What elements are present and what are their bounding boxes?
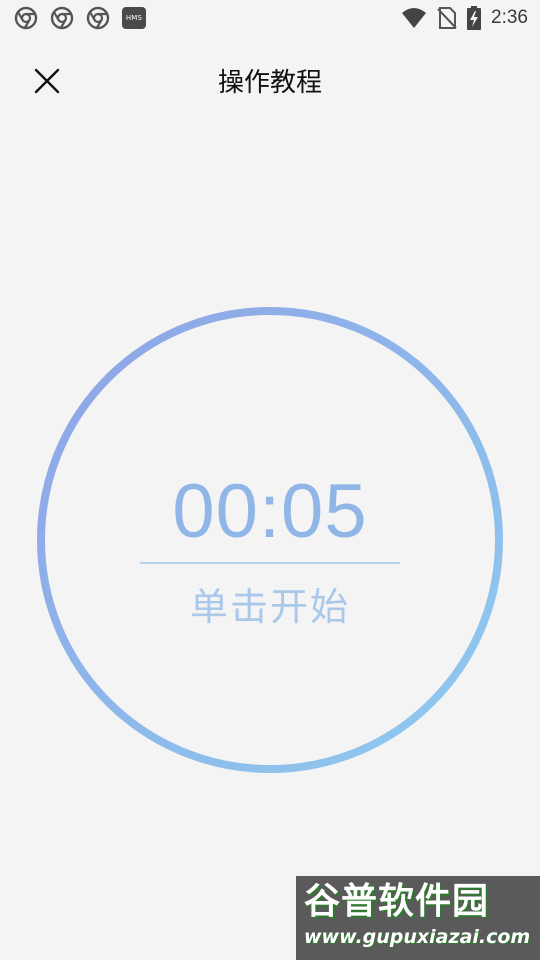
timer-start-label: 单击开始 xyxy=(189,585,350,629)
notification-icons: HMS xyxy=(14,6,146,30)
page-title: 操作教程 xyxy=(217,68,322,98)
watermark-logo: 谷普软件园 xyxy=(304,881,490,922)
chrome-icon xyxy=(86,6,110,30)
status-bar: HMS 2:36 xyxy=(0,0,540,36)
system-icons: 2:36 xyxy=(401,6,528,30)
hms-label: HMS xyxy=(125,14,143,22)
timer-countdown: 00:05 xyxy=(172,469,368,554)
header-bar: 操作教程 xyxy=(0,50,540,110)
battery-charging-icon xyxy=(467,6,482,30)
status-time: 2:36 xyxy=(491,7,528,28)
timer-divider xyxy=(140,562,400,564)
watermark: 谷普软件园 www.gupuxiazai.com xyxy=(296,876,540,960)
wifi-icon xyxy=(402,8,427,28)
chrome-icon xyxy=(50,6,74,30)
watermark-url: www.gupuxiazai.com xyxy=(304,926,531,948)
hms-icon: HMS xyxy=(122,7,146,29)
no-sim-icon xyxy=(437,7,457,29)
timer-start-button[interactable]: 00:05 单击开始 xyxy=(36,306,504,774)
chrome-icon xyxy=(14,6,38,30)
